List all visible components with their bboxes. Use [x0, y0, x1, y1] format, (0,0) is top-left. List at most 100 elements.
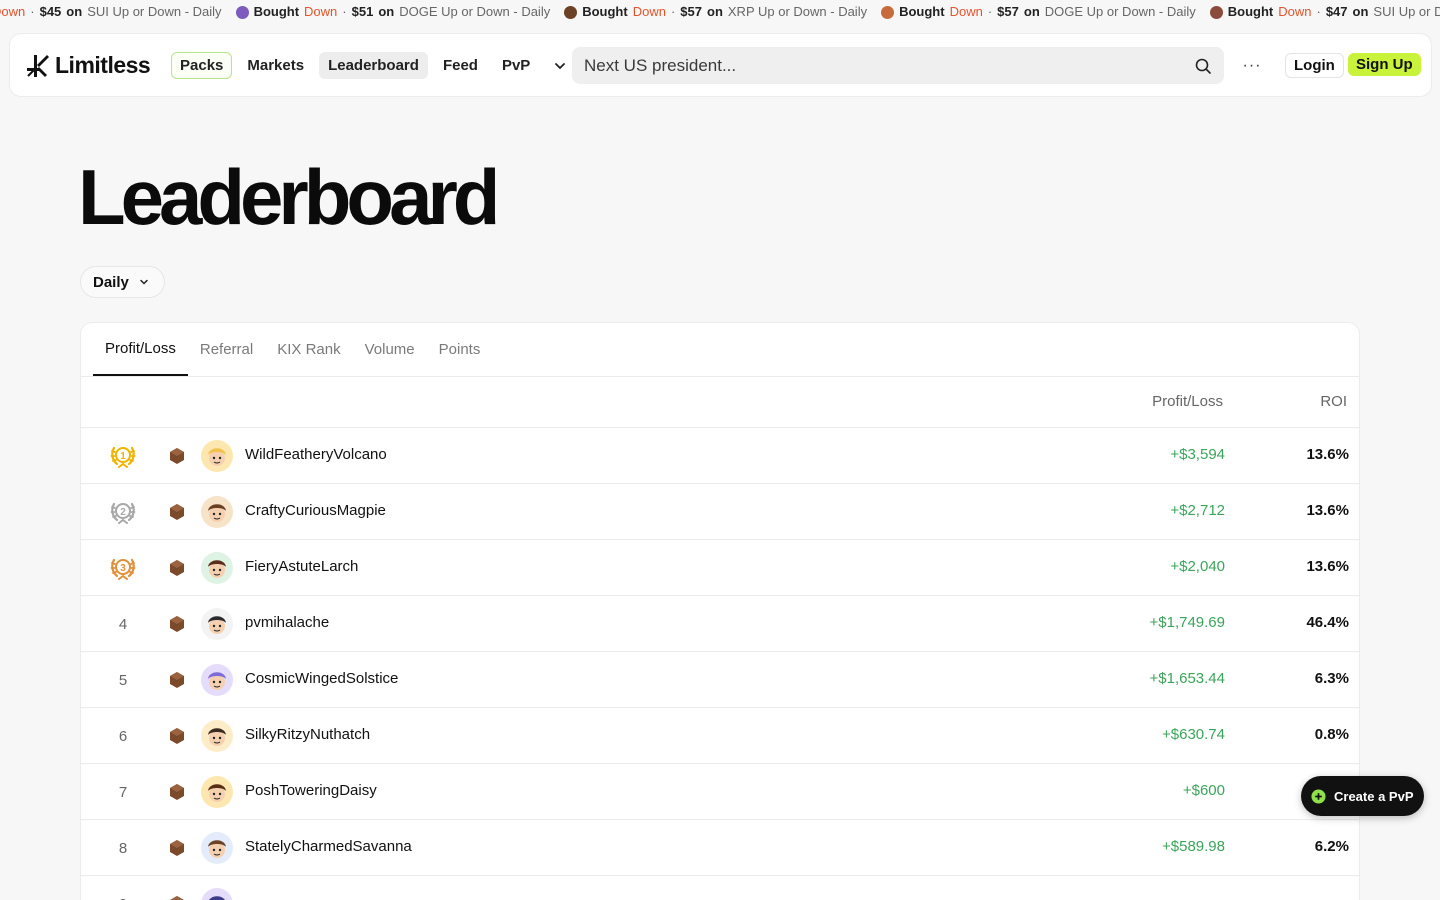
user-avatar[interactable] — [201, 832, 233, 864]
level-badge-icon — [170, 504, 184, 520]
ticker-prefix: Bought — [1227, 4, 1274, 19]
user-avatar[interactable] — [201, 720, 233, 752]
username[interactable]: CraftyCuriousMagpie — [245, 502, 386, 519]
roi-value: 46.4% — [1306, 614, 1349, 631]
user-avatar[interactable] — [201, 664, 233, 696]
table-row[interactable]: 5 CosmicWingedSolstice +$1,653.44 6.3% — [81, 652, 1359, 708]
avatar-face-icon — [209, 896, 225, 900]
ticker-item[interactable]: Bought Down · $57 on DOGE Up or Down - Daily — [881, 0, 1196, 24]
limitless-logo-icon — [27, 54, 49, 77]
separator: · — [30, 4, 35, 19]
login-button[interactable]: Login — [1285, 53, 1344, 78]
svg-text:3: 3 — [120, 563, 126, 574]
username[interactable]: FieryAstuteLarch — [245, 558, 358, 575]
user-avatar[interactable] — [201, 776, 233, 808]
nav-markets[interactable]: Markets — [238, 52, 313, 79]
user-avatar[interactable] — [201, 608, 233, 640]
tab-kix-rank[interactable]: KIX Rank — [265, 323, 352, 376]
svg-text:1: 1 — [120, 451, 126, 462]
svg-text:2: 2 — [120, 507, 126, 518]
ticker-track: Down · $45 on SUI Up or Down - Daily Bought Do… — [0, 0, 1440, 24]
search-input[interactable] — [584, 55, 1194, 76]
ticker-item[interactable]: Bought Down · $47 on SUI Up or Down - Daily — [1209, 0, 1440, 24]
ticker-amount: $45 — [39, 4, 62, 19]
table-row[interactable]: 9 — [81, 876, 1359, 900]
tab-referral[interactable]: Referral — [188, 323, 265, 376]
ticker-prefix: Bought — [253, 4, 300, 19]
bronze-medal-icon: 3 — [110, 558, 136, 580]
nav-leaderboard[interactable]: Leaderboard — [319, 52, 428, 79]
gold-medal-icon: 1 — [110, 446, 136, 468]
page-title: Leaderboard — [78, 153, 500, 241]
username[interactable]: CosmicWingedSolstice — [245, 670, 398, 687]
trader-avatar — [564, 5, 578, 19]
create-pvp-label: Create a PvP — [1334, 788, 1414, 804]
roi-value: 0.8% — [1314, 726, 1349, 743]
username[interactable]: SilkyRitzyNuthatch — [245, 726, 370, 743]
table-row[interactable]: 1 WildFeatheryVolcano +$3,594 13.6% — [81, 428, 1359, 484]
table-row[interactable]: 4 pvmihalache +$1,749.69 46.4% — [81, 596, 1359, 652]
avatar-face-icon — [208, 504, 226, 522]
profit-loss-value: +$1,653.44 — [1149, 670, 1226, 687]
signup-button[interactable]: Sign Up — [1348, 53, 1421, 76]
column-header-profit-loss[interactable]: Profit/Loss — [1152, 393, 1223, 410]
leaderboard-rows: 1 WildFeatheryVolcano +$3,594 13.6% 2 Craf… — [81, 428, 1359, 900]
table-row[interactable]: 8 StatelyCharmedSavanna +$589.98 6.2% — [81, 820, 1359, 876]
nav-feed[interactable]: Feed — [434, 52, 487, 79]
more-options-button[interactable]: ··· — [1239, 54, 1265, 78]
roi-value: 13.6% — [1306, 502, 1349, 519]
ticker-action: Down — [949, 4, 983, 19]
username[interactable]: pvmihalache — [245, 614, 329, 631]
ticker-on: on — [66, 4, 83, 19]
nav-pvp[interactable]: PvP — [493, 52, 539, 79]
separator: · — [670, 4, 676, 19]
ticker-item[interactable]: Bought Down · $57 on XRP Up or Down - Daily — [564, 0, 867, 24]
search-icon[interactable] — [1194, 57, 1212, 75]
tab-volume[interactable]: Volume — [353, 323, 427, 376]
rank-number: 4 — [118, 615, 128, 633]
nav-packs[interactable]: Packs — [171, 52, 233, 79]
column-header-roi[interactable]: ROI — [1320, 393, 1347, 410]
nav-more-dropdown[interactable] — [549, 55, 571, 77]
username[interactable]: PoshToweringDaisy — [245, 782, 377, 799]
period-dropdown[interactable]: Daily — [80, 266, 165, 298]
ticker-item[interactable]: Bought Down · $51 on DOGE Up or Down - Daily — [235, 0, 550, 24]
ticker-amount: $57 — [680, 4, 702, 19]
level-badge-icon — [170, 560, 184, 576]
separator: · — [987, 4, 993, 19]
avatar-face-icon — [208, 840, 226, 858]
user-avatar[interactable] — [201, 440, 233, 472]
logo[interactable]: Limitless — [25, 52, 151, 79]
activity-ticker: Down · $45 on SUI Up or Down - Daily Bought Do… — [0, 0, 1440, 24]
ticker-market: SUI Up or Down - Daily — [87, 4, 222, 19]
ticker-action: Down — [0, 4, 26, 19]
table-row[interactable]: 7 PoshToweringDaisy +$600 — [81, 764, 1359, 820]
ticker-on: on — [1023, 4, 1040, 19]
user-avatar[interactable] — [201, 496, 233, 528]
roi-value: 6.2% — [1314, 838, 1349, 855]
table-row[interactable]: 6 SilkyRitzyNuthatch +$630.74 0.8% — [81, 708, 1359, 764]
table-row[interactable]: 3 FieryAstuteLarch +$2,040 13.6% — [81, 540, 1359, 596]
trader-avatar — [235, 5, 249, 19]
rank-number: 5 — [118, 671, 128, 689]
ticker-on: on — [378, 4, 395, 19]
user-avatar[interactable] — [201, 552, 233, 584]
avatar-face-icon — [208, 784, 226, 802]
ticker-item[interactable]: Down · $45 on SUI Up or Down - Daily — [0, 0, 222, 24]
username[interactable]: WildFeatheryVolcano — [245, 446, 387, 463]
profit-loss-value: +$2,040 — [1170, 558, 1225, 575]
ticker-market: SUI Up or Down - Daily — [1373, 4, 1440, 19]
rank-medal: 1 — [108, 442, 138, 470]
top-navbar: Limitless Packs Markets Leaderboard Feed… — [9, 33, 1432, 97]
table-row[interactable]: 2 CraftyCuriousMagpie +$2,712 13.6% — [81, 484, 1359, 540]
ticker-action: Down — [1278, 4, 1312, 19]
separator: · — [342, 4, 347, 19]
profit-loss-value: +$630.74 — [1162, 726, 1225, 743]
tab-points[interactable]: Points — [427, 323, 493, 376]
ticker-amount: $57 — [997, 4, 1019, 19]
username[interactable]: StatelyCharmedSavanna — [245, 838, 412, 855]
create-pvp-button[interactable]: Create a PvP — [1301, 776, 1424, 816]
tab-profit-loss[interactable]: Profit/Loss — [93, 323, 188, 376]
user-avatar[interactable] — [201, 888, 233, 900]
ticker-amount: $51 — [351, 4, 374, 19]
